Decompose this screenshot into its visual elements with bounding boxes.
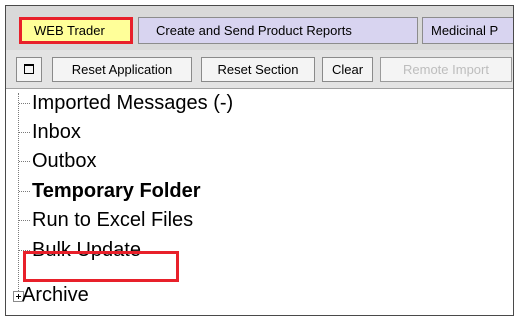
tree-item-label: Temporary Folder (32, 180, 201, 203)
clear-button[interactable]: Clear (322, 57, 373, 82)
tree-item-label: Imported Messages (-) (32, 92, 234, 115)
tree-item-run-to-excel-files[interactable]: Run to Excel Files (19, 207, 193, 234)
tree-branch-line (19, 250, 30, 252)
tab-medicinal-products[interactable]: Medicinal P (422, 17, 513, 44)
app-window: WEB Trader Create and Send Product Repor… (5, 5, 514, 316)
tree-item-label: Run to Excel Files (32, 209, 194, 232)
tree-item-temporary-folder[interactable]: Temporary Folder (19, 178, 201, 205)
tab-web-trader[interactable]: WEB Trader (19, 17, 133, 44)
tree-item-label: Inbox (32, 121, 81, 144)
square-icon (24, 64, 34, 75)
tree-branch-line (19, 191, 30, 193)
tree-item-label: Bulk Update (32, 239, 141, 262)
folder-tree: Imported Messages (-) Inbox Outbox Tempo… (6, 88, 513, 315)
reset-section-button[interactable]: Reset Section (201, 57, 315, 82)
tree-item-bulk-update[interactable]: Bulk Update (19, 237, 141, 264)
square-button[interactable] (16, 57, 42, 82)
tree-branch-line (19, 220, 30, 222)
tree-item-imported-messages[interactable]: Imported Messages (-) (19, 90, 233, 117)
tree-item-label: Archive (22, 284, 89, 307)
tree-item-archive[interactable]: Archive (22, 282, 89, 309)
tree-branch-line (19, 132, 30, 134)
tab-bar: WEB Trader Create and Send Product Repor… (6, 6, 513, 50)
tree-item-label: Outbox (32, 150, 97, 173)
tree-item-inbox[interactable]: Inbox (19, 119, 81, 146)
tree-branch-line (19, 161, 30, 163)
tree-branch-line (19, 103, 30, 105)
tree-item-outbox[interactable]: Outbox (19, 148, 96, 175)
remote-import-button: Remote Import (380, 57, 512, 82)
toolbar: Reset Application Reset Section Clear Re… (6, 50, 513, 88)
reset-application-button[interactable]: Reset Application (52, 57, 192, 82)
tab-create-send-product-reports[interactable]: Create and Send Product Reports (138, 17, 418, 44)
